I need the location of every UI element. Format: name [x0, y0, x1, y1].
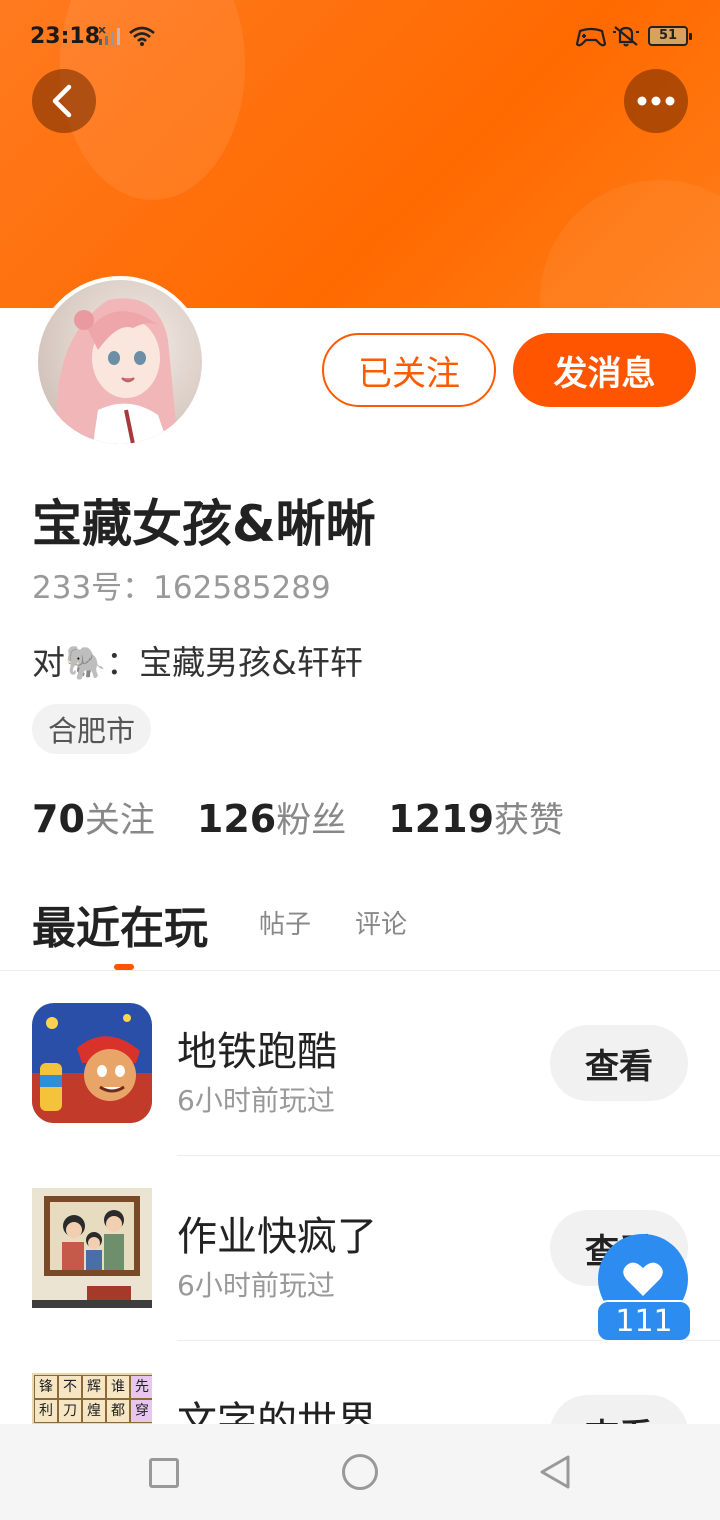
game-name: 作业快疯了 [177, 1214, 377, 1260]
game-name: 地铁跑酷 [177, 1029, 337, 1075]
tile: 利 [34, 1399, 58, 1423]
view-button[interactable]: 查看 [550, 1025, 688, 1101]
followed-button[interactable]: 已关注 [322, 333, 496, 407]
chevron-left-icon [52, 84, 72, 118]
tile: 锋 [34, 1375, 58, 1399]
stat-label: 粉丝 [276, 801, 347, 841]
like-button[interactable]: 111 [596, 1234, 692, 1344]
home-icon[interactable] [342, 1454, 378, 1490]
location-tag: 合肥市 [32, 704, 152, 754]
heart-icon [623, 1262, 663, 1296]
tile: 不 [58, 1375, 82, 1399]
system-nav-bar [0, 1424, 720, 1520]
game-controller-icon [576, 27, 606, 47]
send-message-button[interactable]: 发消息 [513, 333, 696, 407]
list-item[interactable]: 地铁跑酷 6小时前玩过 查看 [0, 971, 720, 1156]
status-bar: 23:18 51 [0, 0, 720, 72]
game-time: 6小时前玩过 [177, 1269, 335, 1302]
tab-posts[interactable]: 帖子 [259, 904, 311, 941]
stat-value: 70 [32, 797, 85, 841]
battery-icon: 51 [648, 26, 692, 46]
partner-prefix: 对 [32, 643, 65, 682]
partner-line[interactable]: 对🐘：宝藏男孩&轩轩 [32, 636, 363, 684]
tile: 刀 [58, 1399, 82, 1423]
profile-stats: 70关注 126粉丝 1219获赞 [32, 792, 606, 843]
tile: 穿 [130, 1399, 152, 1423]
banner-decoration [540, 180, 720, 308]
game-icon-subway-surfers [32, 1003, 152, 1123]
avatar-image [38, 280, 202, 444]
elephant-icon: 🐘 [65, 643, 107, 682]
stat-label: 获赞 [494, 801, 565, 841]
game-time: 6小时前玩过 [177, 1084, 335, 1117]
signal-icon [99, 27, 120, 45]
game-icon-homework [32, 1188, 152, 1308]
tab-recent-play[interactable]: 最近在玩 [32, 892, 208, 956]
stat-likes[interactable]: 1219获赞 [388, 792, 564, 843]
profile-uid: 233号：162585289 [32, 570, 331, 606]
stat-label: 关注 [84, 801, 155, 841]
like-count: 111 [596, 1300, 692, 1342]
partner-name: ：宝藏男孩&轩轩 [106, 643, 363, 682]
profile-name: 宝藏女孩&晰晰 [32, 495, 376, 553]
stat-following[interactable]: 70关注 [32, 792, 155, 843]
back-button[interactable] [32, 69, 96, 133]
tile: 都 [106, 1399, 130, 1423]
stat-fans[interactable]: 126粉丝 [197, 792, 346, 843]
wifi-icon [129, 26, 155, 46]
status-time: 23:18 [30, 24, 101, 49]
tile: 辉 [82, 1375, 106, 1399]
profile-tabs: 最近在玩 帖子 评论 [32, 892, 720, 970]
tile: 谁 [106, 1375, 130, 1399]
tile: 先 [130, 1375, 152, 1399]
stat-value: 126 [196, 797, 277, 841]
more-dots-icon [637, 96, 675, 106]
avatar[interactable] [34, 276, 206, 448]
more-button[interactable] [624, 69, 688, 133]
mute-icon [613, 26, 639, 47]
tile: 煌 [82, 1399, 106, 1423]
stat-value: 1219 [388, 797, 495, 841]
tab-comments[interactable]: 评论 [355, 904, 407, 941]
recent-apps-icon[interactable] [149, 1458, 179, 1488]
back-triangle-icon[interactable] [538, 1454, 574, 1490]
